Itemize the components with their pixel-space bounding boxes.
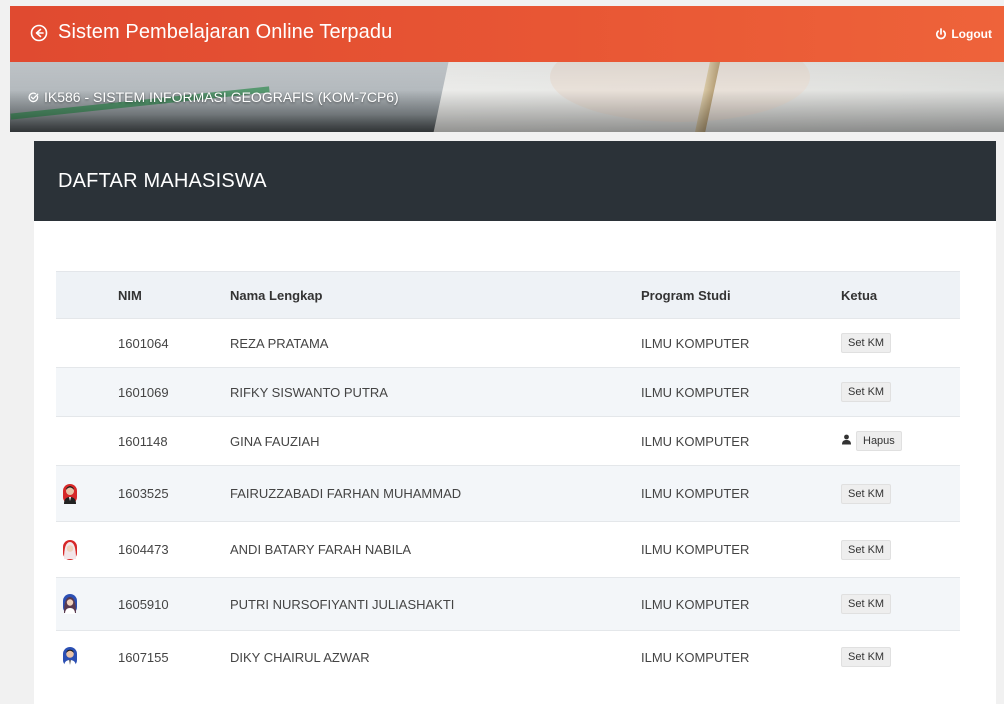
prodi-cell: ILMU KOMPUTER — [641, 416, 841, 466]
nim-cell: 1601064 — [118, 318, 230, 368]
photo-cell — [56, 318, 118, 368]
nim-cell: 1601069 — [118, 367, 230, 417]
nim-cell: 1605910 — [118, 577, 230, 631]
card-header: DAFTAR MAHASISWA — [34, 141, 996, 221]
name-cell: FAIRUZZABADI FARHAN MUHAMMAD — [230, 465, 641, 522]
ketua-cell: Set KM — [841, 521, 960, 578]
prodi-cell: ILMU KOMPUTER — [641, 465, 841, 522]
student-photo — [63, 539, 77, 560]
table-row: 1601064 REZA PRATAMA ILMU KOMPUTER Set K… — [56, 318, 960, 368]
nim-cell: 1601148 — [118, 416, 230, 466]
logout-button[interactable]: Logout — [935, 27, 992, 41]
name-cell: RIFKY SISWANTO PUTRA — [230, 367, 641, 417]
student-photo — [63, 483, 77, 504]
nim-cell: 1603525 — [118, 465, 230, 522]
table-header-row: NIM Nama Lengkap Program Studi Ketua — [56, 271, 960, 319]
column-header-name: Nama Lengkap — [230, 271, 641, 319]
back-circle-icon[interactable] — [28, 22, 50, 44]
table-row: 1601148 GINA FAUZIAH ILMU KOMPUTER Hapus — [56, 416, 960, 466]
nim-cell: 1607155 — [118, 630, 230, 684]
photo-cell — [56, 416, 118, 466]
set-km-button[interactable]: Set KM — [841, 647, 892, 668]
course-name: IK586 - SISTEM INFORMASI GEOGRAFIS (KOM-… — [44, 89, 399, 105]
name-cell: REZA PRATAMA — [230, 318, 641, 368]
ketua-cell: Set KM — [841, 465, 960, 522]
table-row: 1603525 FAIRUZZABADI FARHAN MUHAMMAD ILM… — [56, 465, 960, 522]
photo-cell — [56, 630, 118, 684]
prodi-cell: ILMU KOMPUTER — [641, 630, 841, 684]
top-navbar: Sistem Pembelajaran Online Terpadu Logou… — [10, 6, 1004, 62]
table-row: 1605910 PUTRI NURSOFIYANTI JULIASHAKTI I… — [56, 577, 960, 631]
student-table: NIM Nama Lengkap Program Studi Ketua 160… — [56, 271, 960, 684]
logout-label: Logout — [951, 27, 992, 41]
ketua-cell: Set KM — [841, 318, 960, 368]
app-title: Sistem Pembelajaran Online Terpadu — [58, 21, 393, 43]
set-km-button[interactable]: Set KM — [841, 483, 892, 504]
name-cell: PUTRI NURSOFIYANTI JULIASHAKTI — [230, 577, 641, 631]
course-banner: IK586 - SISTEM INFORMASI GEOGRAFIS (KOM-… — [10, 62, 1004, 132]
check-circle-icon — [28, 92, 39, 102]
set-km-button[interactable]: Set KM — [841, 539, 892, 560]
name-cell: ANDI BATARY FARAH NABILA — [230, 521, 641, 578]
column-header-nim: NIM — [118, 271, 230, 319]
ketua-cell: Hapus — [841, 416, 960, 466]
student-list-card: DAFTAR MAHASISWA NIM Nama Lengkap Progra… — [34, 141, 996, 704]
photo-cell — [56, 367, 118, 417]
table-row: 1607155 DIKY CHAIRUL AZWAR ILMU KOMPUTER… — [56, 630, 960, 684]
user-icon — [842, 434, 851, 445]
column-header-ketua: Ketua — [841, 271, 960, 319]
photo-cell — [56, 521, 118, 578]
prodi-cell: ILMU KOMPUTER — [641, 577, 841, 631]
prodi-cell: ILMU KOMPUTER — [641, 521, 841, 578]
ketua-cell: Set KM — [841, 577, 960, 631]
ketua-cell: Set KM — [841, 367, 960, 417]
student-photo — [63, 594, 77, 614]
card-title: DAFTAR MAHASISWA — [58, 169, 267, 192]
ketua-cell: Set KM — [841, 630, 960, 684]
photo-cell — [56, 465, 118, 522]
set-km-button[interactable]: Set KM — [841, 594, 892, 614]
table-row: 1604473 ANDI BATARY FARAH NABILA ILMU KO… — [56, 521, 960, 578]
set-km-button[interactable]: Set KM — [841, 382, 892, 402]
nim-cell: 1604473 — [118, 521, 230, 578]
prodi-cell: ILMU KOMPUTER — [641, 367, 841, 417]
name-cell: GINA FAUZIAH — [230, 416, 641, 466]
column-header-prodi: Program Studi — [641, 271, 841, 319]
photo-cell — [56, 577, 118, 631]
hapus-button[interactable]: Hapus — [856, 431, 902, 451]
power-icon — [936, 28, 947, 40]
table-row: 1601069 RIFKY SISWANTO PUTRA ILMU KOMPUT… — [56, 367, 960, 417]
student-photo — [63, 647, 77, 668]
set-km-button[interactable]: Set KM — [841, 333, 892, 353]
name-cell: DIKY CHAIRUL AZWAR — [230, 630, 641, 684]
course-breadcrumb[interactable]: IK586 - SISTEM INFORMASI GEOGRAFIS (KOM-… — [28, 89, 399, 105]
prodi-cell: ILMU KOMPUTER — [641, 318, 841, 368]
column-header-photo — [56, 271, 118, 319]
